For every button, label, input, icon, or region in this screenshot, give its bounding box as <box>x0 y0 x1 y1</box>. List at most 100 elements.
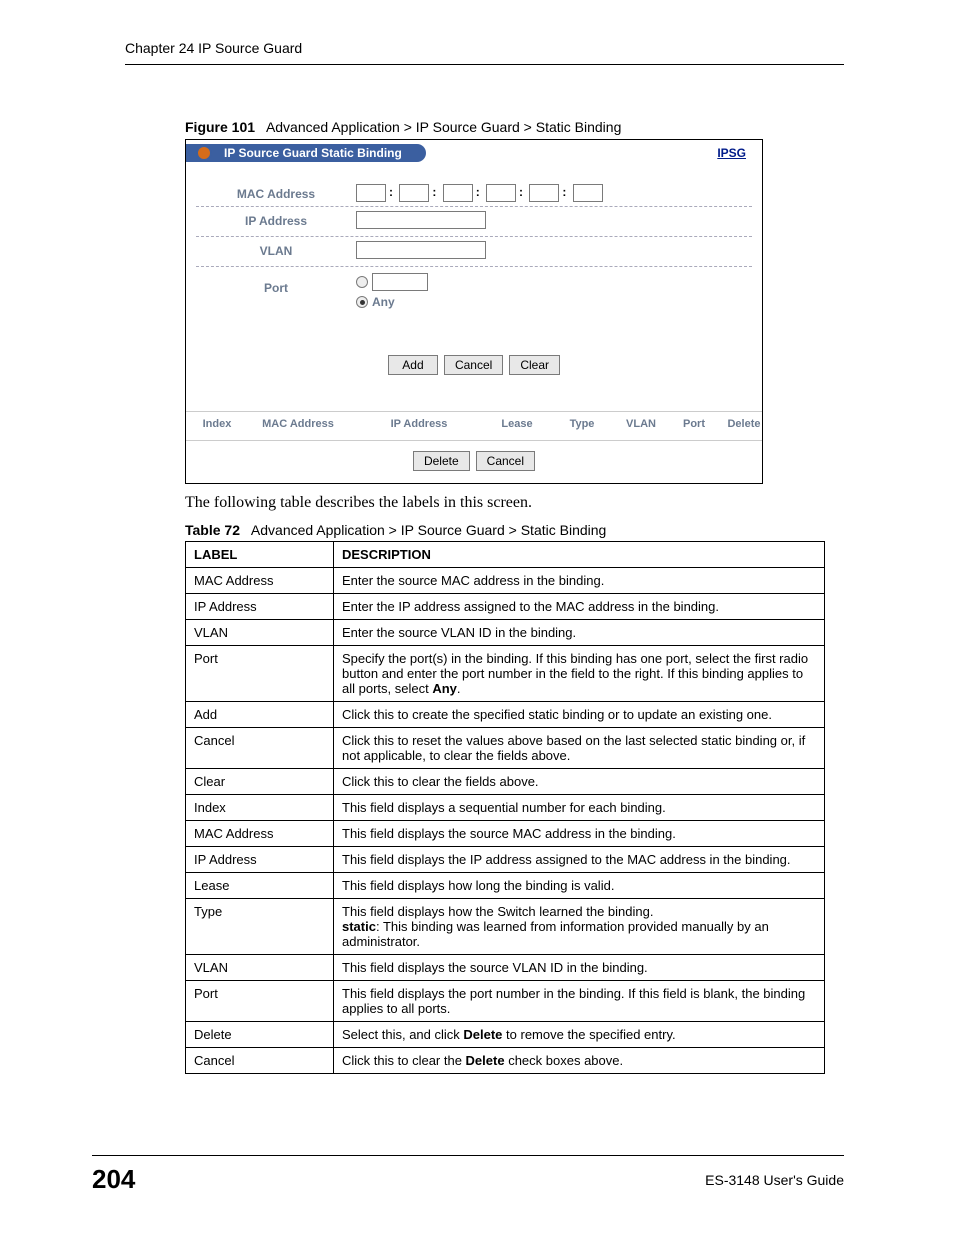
mac-input-3[interactable] <box>443 184 473 202</box>
footer: 204 ES-3148 User's Guide <box>92 1155 844 1195</box>
col-type: Type <box>552 418 612 430</box>
cell-desc: Enter the IP address assigned to the MAC… <box>334 594 825 620</box>
panel-titlebar: IP Source Guard Static Binding IPSG <box>186 140 762 166</box>
col-lease: Lease <box>482 418 552 430</box>
port-radio-any[interactable] <box>356 296 368 308</box>
vlan-input[interactable] <box>356 241 486 259</box>
cell-label: Cancel <box>186 1048 334 1074</box>
table-caption: Table 72 Advanced Application > IP Sourc… <box>185 522 844 538</box>
grid-header: Index MAC Address IP Address Lease Type … <box>186 411 762 440</box>
body-text: The following table describes the labels… <box>185 494 844 512</box>
cell-desc: Click this to clear the Delete check box… <box>334 1048 825 1074</box>
table-row: MAC AddressEnter the source MAC address … <box>186 568 825 594</box>
form-row-vlan: VLAN <box>196 237 752 267</box>
figure-number: Figure 101 <box>185 119 255 135</box>
cell-label: VLAN <box>186 620 334 646</box>
cell-label: MAC Address <box>186 821 334 847</box>
table-row: IP AddressEnter the IP address assigned … <box>186 594 825 620</box>
mac-field: : : : : : <box>356 184 752 202</box>
button-row-upper: Add Cancel Clear <box>186 325 762 411</box>
mac-input-5[interactable] <box>529 184 559 202</box>
cell-desc: Enter the source VLAN ID in the binding. <box>334 620 825 646</box>
cell-desc: This field displays how long the binding… <box>334 873 825 899</box>
description-table: LABEL DESCRIPTION MAC AddressEnter the s… <box>185 541 825 1074</box>
cell-label: IP Address <box>186 847 334 873</box>
col-index: Index <box>194 418 240 430</box>
cancel-button-2[interactable]: Cancel <box>476 451 535 471</box>
button-row-lower: Delete Cancel <box>186 440 762 483</box>
mac-input-2[interactable] <box>399 184 429 202</box>
cell-label: MAC Address <box>186 568 334 594</box>
guide-name: ES-3148 User's Guide <box>705 1172 844 1188</box>
figure-box: IP Source Guard Static Binding IPSG MAC … <box>185 139 763 484</box>
port-label: Port <box>196 271 356 295</box>
table-row: LeaseThis field displays how long the bi… <box>186 873 825 899</box>
header-rule: Chapter 24 IP Source Guard <box>125 40 844 65</box>
th-desc: DESCRIPTION <box>334 542 825 568</box>
col-mac: MAC Address <box>240 418 356 430</box>
cell-label: Clear <box>186 769 334 795</box>
port-any-label: Any <box>372 295 395 309</box>
chapter-title: Chapter 24 IP Source Guard <box>125 40 302 56</box>
cell-label: Delete <box>186 1022 334 1048</box>
cell-desc: This field displays the source VLAN ID i… <box>334 955 825 981</box>
figure-caption: Figure 101 Advanced Application > IP Sou… <box>185 119 844 135</box>
cell-desc: Enter the source MAC address in the bind… <box>334 568 825 594</box>
table-row: CancelClick this to clear the Delete che… <box>186 1048 825 1074</box>
col-port: Port <box>670 418 718 430</box>
cell-label: Type <box>186 899 334 955</box>
table-row: DeleteSelect this, and click Delete to r… <box>186 1022 825 1048</box>
cell-desc: This field displays the IP address assig… <box>334 847 825 873</box>
table-row: ClearClick this to clear the fields abov… <box>186 769 825 795</box>
cell-desc: This field displays how the Switch learn… <box>334 899 825 955</box>
page-number: 204 <box>92 1164 135 1195</box>
mac-input-4[interactable] <box>486 184 516 202</box>
form-row-port: Port Any <box>196 267 752 315</box>
cell-desc: Select this, and click Delete to remove … <box>334 1022 825 1048</box>
col-delete: Delete <box>718 418 770 430</box>
table-row: VLANEnter the source VLAN ID in the bind… <box>186 620 825 646</box>
mac-input-6[interactable] <box>573 184 603 202</box>
mac-input-1[interactable] <box>356 184 386 202</box>
cell-desc: Click this to reset the values above bas… <box>334 728 825 769</box>
cell-label: VLAN <box>186 955 334 981</box>
mac-label: MAC Address <box>196 184 356 201</box>
clear-button[interactable]: Clear <box>509 355 560 375</box>
col-ip: IP Address <box>356 418 482 430</box>
table-row: TypeThis field displays how the Switch l… <box>186 899 825 955</box>
table-row: MAC AddressThis field displays the sourc… <box>186 821 825 847</box>
cell-desc: Click this to create the specified stati… <box>334 702 825 728</box>
ip-input[interactable] <box>356 211 486 229</box>
table-row: IndexThis field displays a sequential nu… <box>186 795 825 821</box>
cancel-button[interactable]: Cancel <box>444 355 503 375</box>
col-vlan: VLAN <box>612 418 670 430</box>
port-input[interactable] <box>372 273 428 291</box>
add-button[interactable]: Add <box>388 355 438 375</box>
cell-label: Port <box>186 981 334 1022</box>
table-row: AddClick this to create the specified st… <box>186 702 825 728</box>
cell-desc: Click this to clear the fields above. <box>334 769 825 795</box>
port-radio-specific[interactable] <box>356 276 368 288</box>
table-title: Advanced Application > IP Source Guard >… <box>251 522 606 538</box>
panel-dot-icon <box>196 145 212 161</box>
cell-desc: This field displays a sequential number … <box>334 795 825 821</box>
form-row-mac: MAC Address : : : : : <box>196 180 752 207</box>
panel-title: IP Source Guard Static Binding <box>224 146 402 160</box>
cell-desc: This field displays the source MAC addre… <box>334 821 825 847</box>
cell-label: IP Address <box>186 594 334 620</box>
table-row: PortSpecify the port(s) in the binding. … <box>186 646 825 702</box>
table-row: CancelClick this to reset the values abo… <box>186 728 825 769</box>
cell-label: Add <box>186 702 334 728</box>
form-area: MAC Address : : : : : IP Address VLAN <box>186 166 762 325</box>
th-label: LABEL <box>186 542 334 568</box>
cell-desc: Specify the port(s) in the binding. If t… <box>334 646 825 702</box>
ipsg-link[interactable]: IPSG <box>717 146 746 160</box>
cell-label: Port <box>186 646 334 702</box>
table-row: VLANThis field displays the source VLAN … <box>186 955 825 981</box>
table-number: Table 72 <box>185 522 240 538</box>
delete-button[interactable]: Delete <box>413 451 470 471</box>
figure-title: Advanced Application > IP Source Guard >… <box>266 119 621 135</box>
table-row: IP AddressThis field displays the IP add… <box>186 847 825 873</box>
vlan-label: VLAN <box>196 241 356 258</box>
cell-label: Cancel <box>186 728 334 769</box>
